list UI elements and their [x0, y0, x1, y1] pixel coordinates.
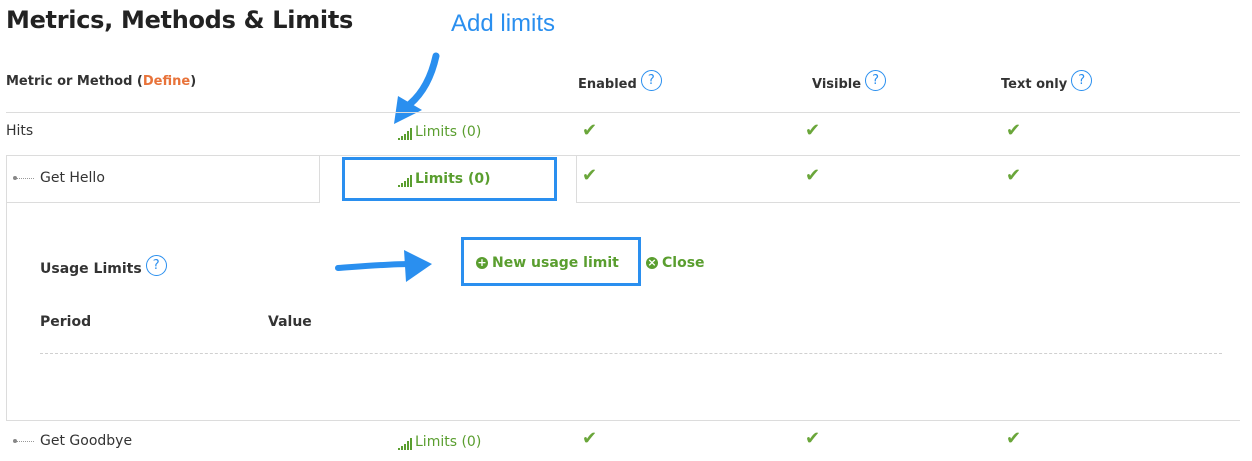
question-circle-icon[interactable]: ? — [145, 255, 167, 276]
divider — [576, 202, 1240, 203]
signal-bars-icon — [398, 438, 412, 450]
check-icon[interactable]: ✔ — [582, 122, 597, 140]
check-icon[interactable]: ✔ — [805, 122, 820, 140]
divider — [6, 155, 1240, 156]
usage-limits-title: Usage Limits? — [40, 255, 167, 277]
check-icon[interactable]: ✔ — [1006, 430, 1021, 448]
question-circle-icon[interactable]: ? — [640, 70, 662, 91]
cell-border — [319, 155, 320, 202]
annotation-add-limits: Add limits — [451, 10, 556, 37]
divider — [6, 202, 320, 203]
check-icon[interactable]: ✔ — [582, 167, 597, 185]
plus-circle-icon: + — [476, 256, 488, 269]
visible-column-header: Visible? — [812, 70, 887, 92]
check-icon[interactable]: ✔ — [1006, 122, 1021, 140]
row-label-hits[interactable]: Hits — [6, 123, 33, 139]
divider — [6, 420, 1240, 421]
signal-bars-icon — [398, 128, 412, 140]
text-only-column-header: Text only? — [1001, 70, 1093, 92]
close-circle-icon: × — [646, 256, 658, 269]
limits-link-hits[interactable]: Limits (0) — [398, 124, 481, 140]
tree-connector — [13, 439, 34, 443]
check-icon[interactable]: ✔ — [1006, 167, 1021, 185]
empty-row-divider — [40, 353, 1222, 354]
signal-bars-icon — [398, 175, 412, 187]
question-circle-icon[interactable]: ? — [1071, 70, 1093, 91]
check-icon[interactable]: ✔ — [582, 430, 597, 448]
metric-column-header: Metric or Method (Define) — [6, 74, 197, 89]
check-icon[interactable]: ✔ — [805, 167, 820, 185]
row-label-get-hello[interactable]: Get Hello — [40, 170, 105, 186]
value-column-header: Value — [268, 314, 312, 330]
define-link[interactable]: Define — [143, 74, 190, 89]
cell-border — [576, 155, 577, 202]
period-column-header: Period — [40, 314, 92, 330]
new-usage-limit-button[interactable]: + New usage limit — [476, 255, 619, 271]
annotation-arrow-icon — [394, 52, 440, 124]
limits-link-get-hello[interactable]: Limits (0) — [398, 171, 491, 187]
row-label-get-goodbye[interactable]: Get Goodbye — [40, 433, 132, 449]
check-icon[interactable]: ✔ — [805, 430, 820, 448]
page-title: Metrics, Methods & Limits — [6, 6, 354, 34]
close-button[interactable]: × Close — [646, 255, 705, 271]
annotation-arrow-icon — [335, 250, 432, 282]
tree-connector — [13, 176, 34, 180]
enabled-column-header: Enabled? — [578, 70, 662, 92]
limits-link-get-goodbye[interactable]: Limits (0) — [398, 434, 481, 450]
divider — [6, 112, 1240, 113]
question-circle-icon[interactable]: ? — [865, 70, 887, 91]
panel-border-left — [6, 155, 7, 420]
